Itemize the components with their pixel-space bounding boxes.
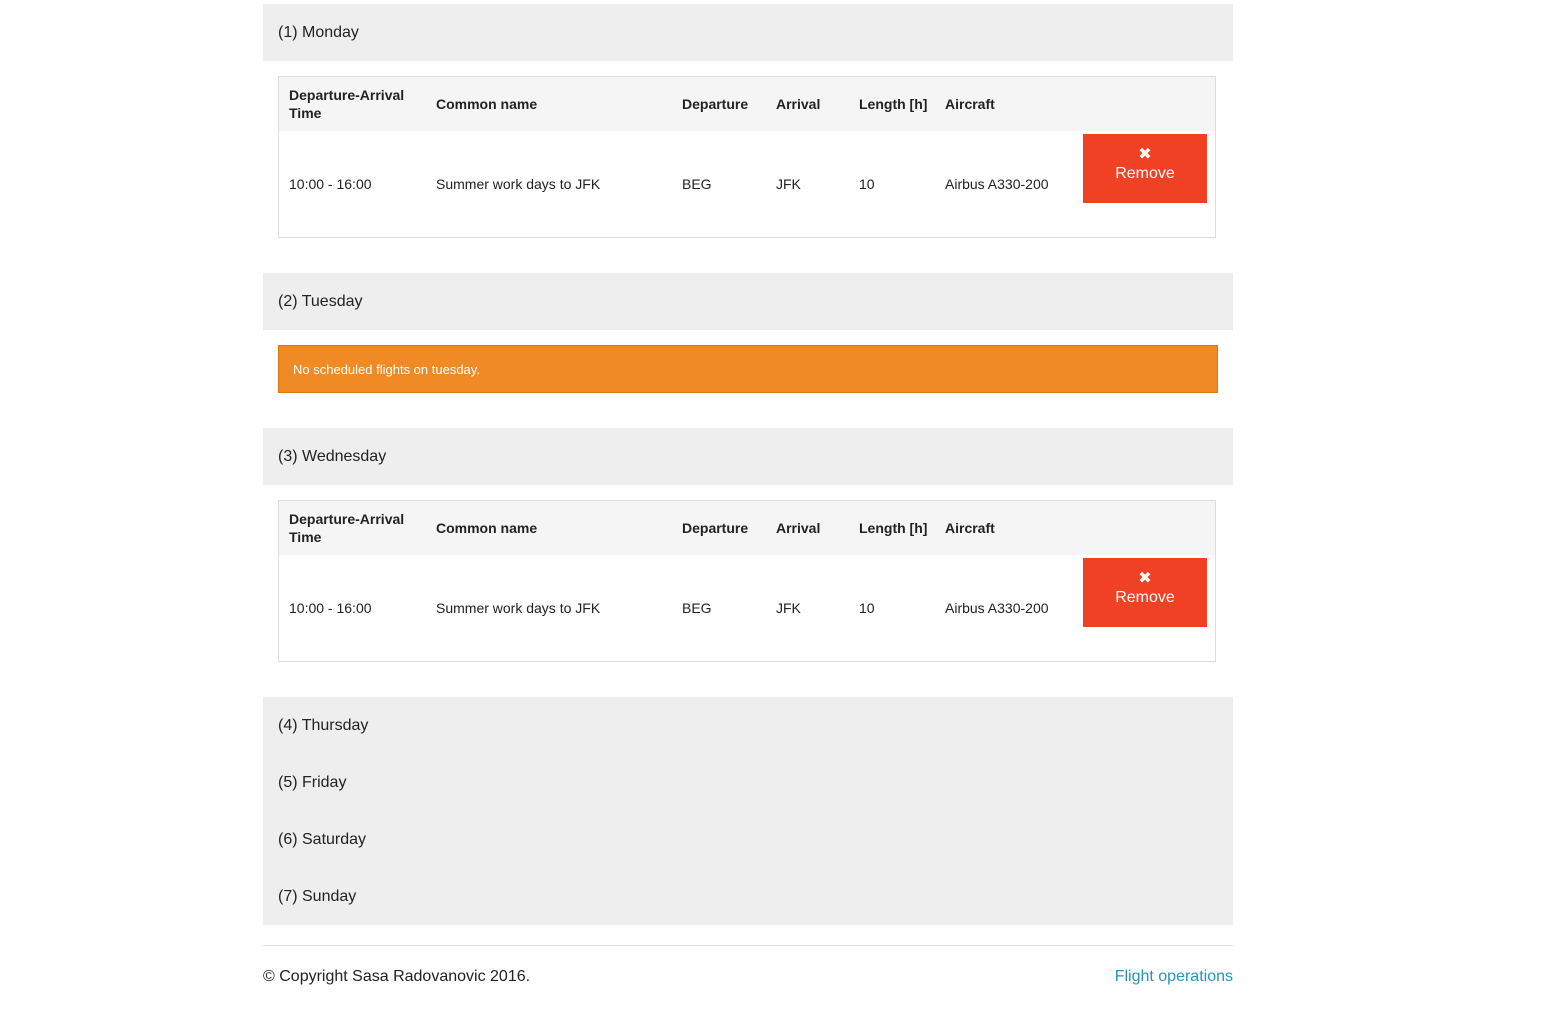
day-header-sunday[interactable]: (7) Sunday (263, 868, 1233, 925)
column-header-arrival: Arrival (776, 95, 821, 112)
cell-arrival: JFK (776, 599, 801, 616)
day-header-monday[interactable]: (1) Monday (263, 4, 1233, 61)
cell-arrival: JFK (776, 175, 801, 192)
day-header-thursday[interactable]: (4) Thursday (263, 697, 1233, 754)
remove-button[interactable]: ✖ Remove (1083, 558, 1207, 628)
cell-actions: ✖ Remove (1073, 131, 1216, 238)
schedule-container: (1) Monday Departure-Arrival Time Common… (263, 4, 1233, 1006)
day-title: (2) Tuesday (278, 293, 363, 310)
table-row: 10:00 - 16:00 Summer work days to JFK BE… (279, 555, 1216, 662)
day-header-tuesday[interactable]: (2) Tuesday (263, 273, 1233, 330)
day-panel-tuesday: No scheduled flights on tuesday. (278, 345, 1218, 393)
cell-name: Summer work days to JFK (436, 599, 601, 616)
cell-length: 10 (859, 599, 875, 616)
day-header-saturday[interactable]: (6) Saturday (263, 811, 1233, 868)
flights-table: Departure-Arrival Time Common name Depar… (278, 500, 1216, 662)
close-icon: ✖ (1138, 570, 1152, 588)
cell-time: 10:00 - 16:00 (289, 599, 372, 616)
table-row: 10:00 - 16:00 Summer work days to JFK BE… (279, 131, 1216, 238)
day-title: (7) Sunday (278, 888, 357, 905)
cell-aircraft: Airbus A330-200 (945, 599, 1049, 616)
column-header-departure: Departure (682, 519, 749, 536)
column-header-arrival: Arrival (776, 519, 821, 536)
flight-operations-link[interactable]: Flight operations (1115, 968, 1233, 986)
day-title: (1) Monday (278, 24, 359, 41)
remove-button-label: Remove (1115, 589, 1175, 607)
day-title: (4) Thursday (278, 717, 369, 734)
table-header-row: Departure-Arrival Time Common name Depar… (278, 500, 1216, 555)
cell-name: Summer work days to JFK (436, 175, 601, 192)
day-header-friday[interactable]: (5) Friday (263, 754, 1233, 811)
column-header-time: Departure-Arrival Time (289, 86, 405, 121)
column-header-aircraft: Aircraft (945, 95, 995, 112)
flights-table: Departure-Arrival Time Common name Depar… (278, 76, 1216, 238)
cell-aircraft: Airbus A330-200 (945, 175, 1049, 192)
day-header-wednesday[interactable]: (3) Wednesday (263, 428, 1233, 485)
alert-text: No scheduled flights on tuesday. (293, 362, 480, 377)
day-title: (3) Wednesday (278, 448, 387, 465)
day-title: (6) Saturday (278, 831, 367, 848)
close-icon: ✖ (1138, 146, 1152, 164)
cell-departure: BEG (682, 599, 712, 616)
no-flights-alert: No scheduled flights on tuesday. (278, 345, 1218, 393)
column-header-time: Departure-Arrival Time (289, 510, 405, 545)
cell-time: 10:00 - 16:00 (289, 175, 372, 192)
column-header-name: Common name (436, 95, 538, 112)
remove-button[interactable]: ✖ Remove (1083, 134, 1207, 204)
column-header-name: Common name (436, 519, 538, 536)
table-header-row: Departure-Arrival Time Common name Depar… (278, 76, 1216, 131)
column-header-length: Length [h] (859, 95, 928, 112)
remove-button-label: Remove (1115, 165, 1175, 183)
copyright-text: © Copyright Sasa Radovanovic 2016. (263, 968, 531, 985)
cell-departure: BEG (682, 175, 712, 192)
day-panel-wednesday: Departure-Arrival Time Common name Depar… (278, 500, 1218, 662)
column-header-aircraft: Aircraft (945, 519, 995, 536)
column-header-actions (1073, 501, 1216, 555)
day-panel-monday: Departure-Arrival Time Common name Depar… (278, 76, 1218, 238)
column-header-actions (1073, 77, 1216, 131)
footer: © Copyright Sasa Radovanovic 2016. Fligh… (263, 945, 1233, 1006)
day-title: (5) Friday (278, 774, 347, 791)
cell-actions: ✖ Remove (1073, 555, 1216, 662)
column-header-length: Length [h] (859, 519, 928, 536)
column-header-departure: Departure (682, 95, 749, 112)
cell-length: 10 (859, 175, 875, 192)
collapsed-days-group: (4) Thursday (5) Friday (6) Saturday (7)… (263, 697, 1233, 925)
